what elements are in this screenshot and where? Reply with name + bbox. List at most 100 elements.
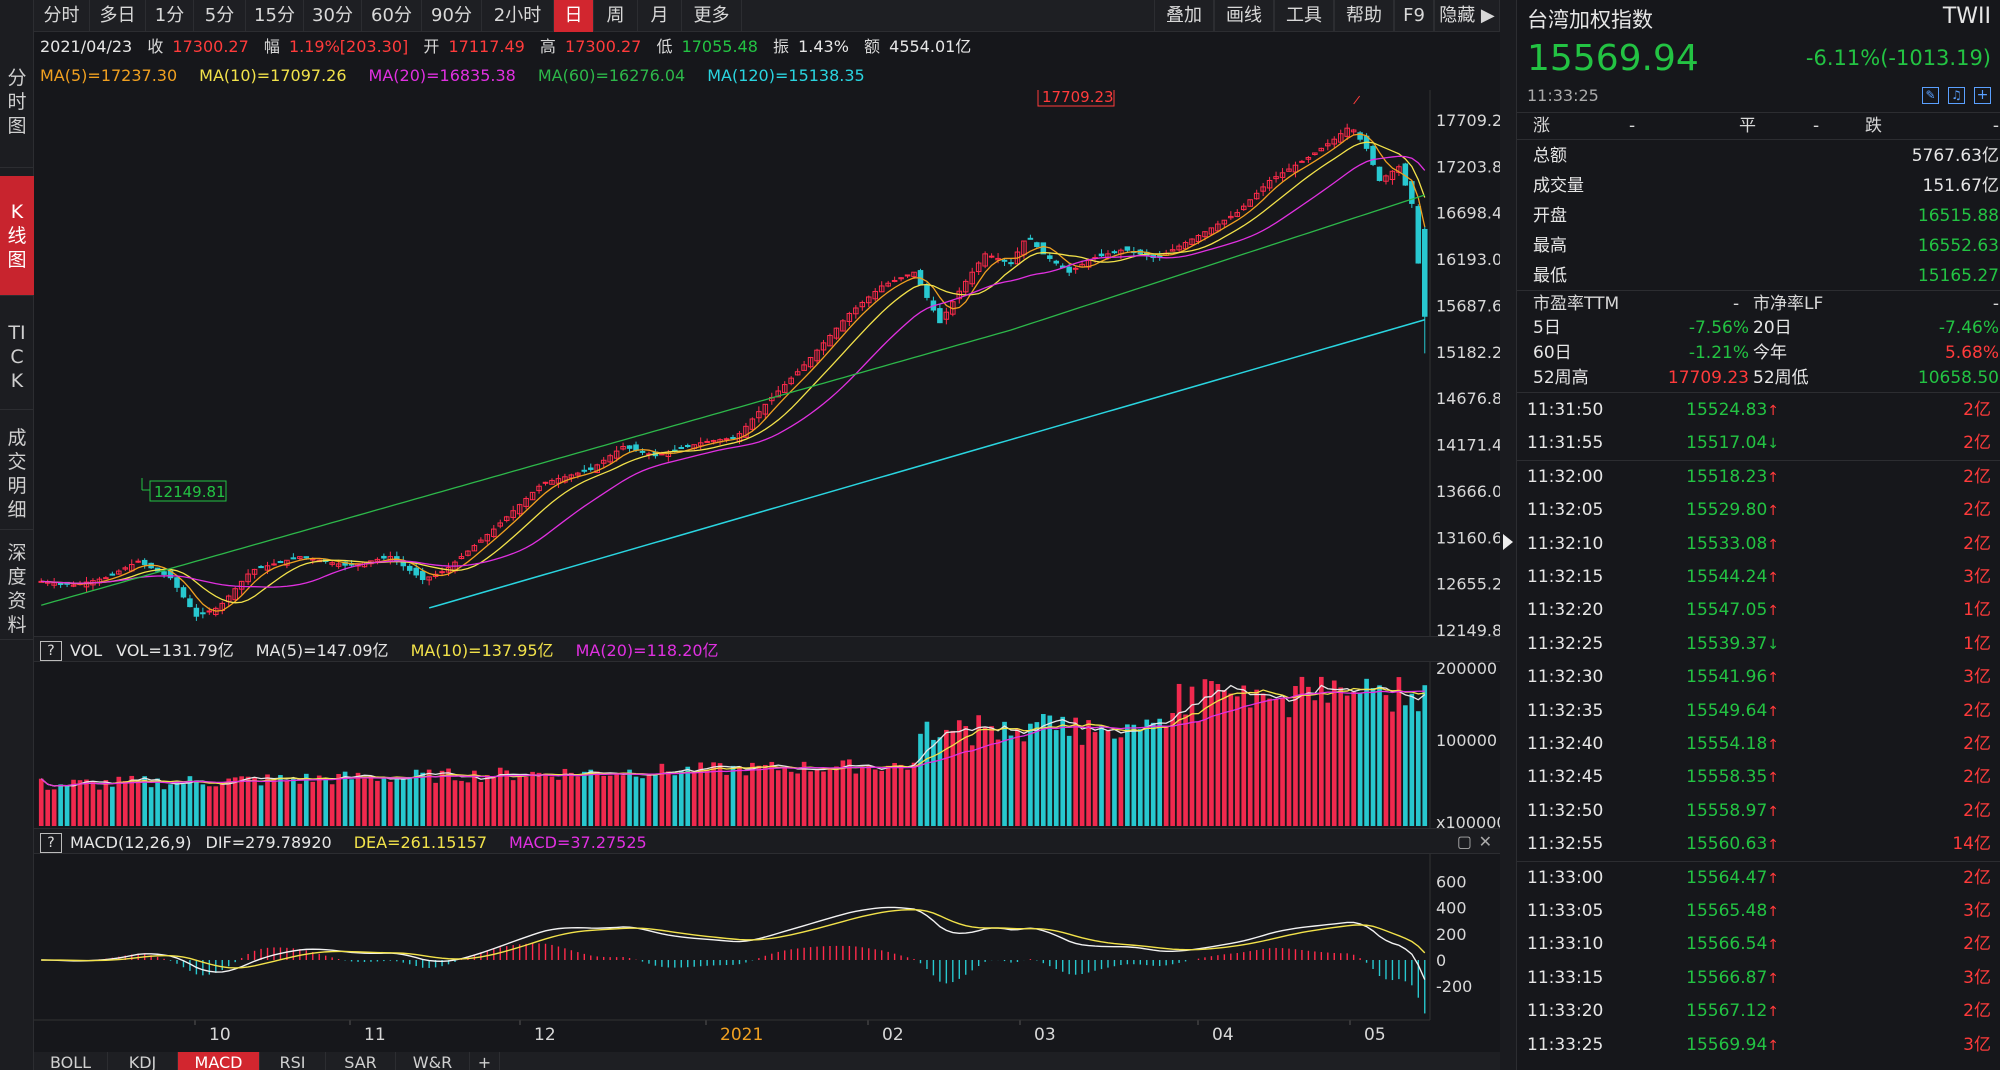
help-icon[interactable]: ? [40,640,62,661]
candle-body [141,559,148,565]
volume-bar [1079,744,1085,826]
arrow-up-icon: ↑ [1767,703,1779,720]
volume-bar [64,785,70,826]
arrow-up-icon: ↑ [1767,503,1779,520]
tool-button-4[interactable]: F9 [1394,0,1434,32]
maximize-icon[interactable]: ▢ [1457,829,1472,855]
max-label: 17709.23 [1042,90,1114,106]
collapse-arrow-icon[interactable] [1503,534,1513,550]
candle-body [1001,259,1008,262]
candle-body [193,607,200,617]
indicator-value: MACD=37.27525 [509,832,647,852]
candle-body [1098,253,1105,257]
price-axis-label: 13666.02 [1436,482,1500,501]
tick-price-value: 15549.64 [1686,700,1768,721]
tick-price: 15554.18↑ [1686,728,1779,762]
perf-label: 52周低 [1753,368,1809,388]
period-tab-6[interactable]: 60分 [362,0,422,32]
indicator-tab-6[interactable]: + [470,1052,500,1070]
tick-time: 11:32:35 [1527,700,1604,721]
tool-button-5[interactable]: 隐藏 ▶ [1434,0,1500,32]
volume-bar [426,769,432,826]
indicator-tab-3[interactable]: RSI [260,1052,326,1070]
volume-bar [963,726,969,826]
period-tab-10[interactable]: 周 [594,0,638,32]
period-tab-5[interactable]: 30分 [304,0,362,32]
vtab-1[interactable]: 分时图 [0,36,34,168]
arrow-up-icon: ↑ [1767,904,1779,920]
candle-body [904,274,911,277]
period-tab-2[interactable]: 1分 [146,0,194,32]
tick-volume: 3亿 [1963,567,1991,587]
tick-price: 15529.80↑ [1686,494,1779,528]
volume-bar [206,786,212,826]
tick-price: 15567.12↑ [1686,995,1779,1029]
period-tab-9[interactable]: 日 [554,0,594,32]
period-tab-12[interactable]: 更多 [682,0,742,32]
volume-bar [588,769,594,826]
volume-bar [627,769,632,826]
period-tab-0[interactable]: 分时 [34,0,90,32]
indicator-tab-0[interactable]: BOLL [34,1052,108,1070]
close-icon[interactable]: ✕ [1479,829,1492,855]
vtab-3[interactable]: TICK [0,304,34,410]
volume-bar [459,780,464,826]
x-axis-label: 12 [534,1025,556,1045]
draw-icon[interactable]: ✎ [1922,87,1939,104]
alert-bell-icon[interactable]: ♫ [1948,87,1965,104]
volume-bar [1293,686,1298,826]
tick-time: 11:33:10 [1527,934,1604,955]
period-tab-7[interactable]: 90分 [422,0,482,32]
tool-button-0[interactable]: 叠加 [1154,0,1214,32]
volume-bar [1183,714,1188,826]
tick-price: 15566.54↑ [1686,928,1779,962]
volume-bar [1312,700,1318,826]
add-watchlist-icon[interactable]: + [1974,87,1991,104]
indicator-tab-2[interactable]: MACD [178,1052,260,1070]
tool-button-2[interactable]: 工具 [1274,0,1334,32]
volume-bar [1034,722,1040,826]
tick-price-value: 15565.48 [1686,901,1768,921]
collapse-strip[interactable] [1500,0,1516,1070]
price-axis-label: 17709.23 [1436,111,1500,130]
vtab-5[interactable]: 深度资料 [0,538,34,640]
vtab-4[interactable]: 成交明细 [0,418,34,530]
min-label: 12149.81 [154,483,226,501]
indicator-tab-1[interactable]: KDJ [108,1052,178,1070]
stat-value: 15165.27 [1917,266,1999,286]
tick-volume: 2亿 [1963,400,1991,420]
volume-bar [1202,679,1208,826]
tick-price-value: 15539.37 [1686,633,1768,654]
ma-line-20 [41,155,1426,588]
period-tab-11[interactable]: 月 [638,0,682,32]
x-axis-label: 10 [209,1025,231,1045]
macd-axis-label: 600 [1436,872,1467,891]
pe-value: - [1733,294,1740,314]
tick-volume: 1亿 [1963,600,1991,621]
tool-button-1[interactable]: 画线 [1214,0,1274,32]
volume-bar [517,776,522,826]
tool-button-3[interactable]: 帮助 [1334,0,1394,32]
vtab-2[interactable]: K线图 [0,176,34,296]
volume-bar [252,777,257,826]
help-icon[interactable]: ? [40,832,62,853]
arrow-up-icon: ↑ [1767,403,1779,419]
tick-time: 11:33:15 [1527,967,1604,988]
ma-line-60 [41,194,1425,606]
macd-axis-label: 400 [1436,899,1467,918]
volume-bar [148,787,154,826]
volume-bar [840,760,846,826]
volume-bar [110,786,115,826]
tick-price-value: 15554.18 [1686,734,1768,754]
period-tab-1[interactable]: 多日 [90,0,146,32]
period-tab-3[interactable]: 5分 [194,0,246,32]
indicator-tab-5[interactable]: W&R [396,1052,470,1070]
volume-bar [1222,690,1227,826]
volume-bar [1215,684,1221,826]
indicator-tab-4[interactable]: SAR [326,1052,396,1070]
period-tab-8[interactable]: 2小时 [482,0,554,32]
period-tab-4[interactable]: 15分 [246,0,304,32]
volume-bar [174,780,180,826]
kline-chart[interactable]: 17709.23 17203.83 16698.43 16193.02 15687.62… [34,90,1500,1052]
volume-bar [1299,676,1305,826]
